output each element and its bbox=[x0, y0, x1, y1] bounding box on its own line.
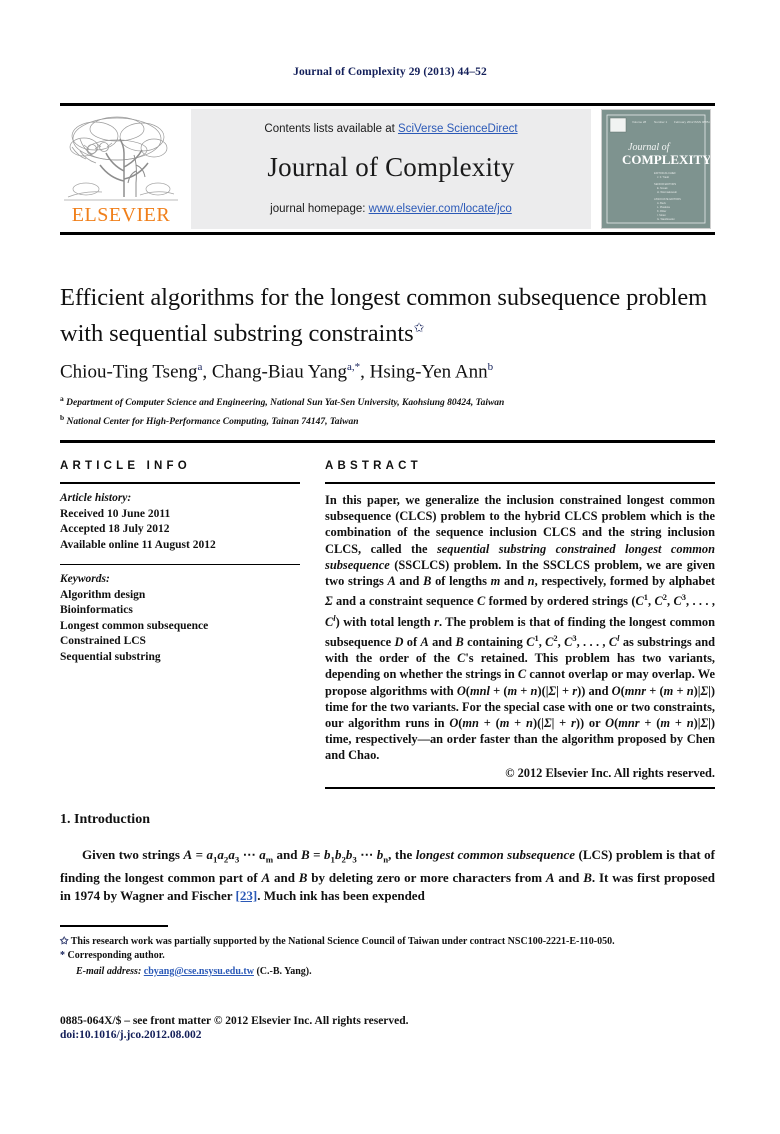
article-history-item: Accepted 18 July 2012 bbox=[60, 523, 170, 535]
article-info-heading: ARTICLE INFO bbox=[60, 460, 191, 472]
keyword-item: Bioinformatics bbox=[60, 604, 133, 616]
svg-text:COMPLEXITY: COMPLEXITY bbox=[622, 152, 710, 167]
keyword-item: Sequential substring bbox=[60, 650, 161, 663]
author-list: Chiou-Ting Tsenga, Chang-Biau Yanga,*, H… bbox=[60, 361, 494, 383]
journal-banner: Contents lists available at SciVerse Sci… bbox=[191, 109, 591, 229]
keyword-item: Algorithm design bbox=[60, 588, 146, 601]
title-block: Efficient algorithms for the longest com… bbox=[60, 283, 718, 429]
author-affil-marker: b bbox=[487, 361, 494, 374]
article-info-section: ARTICLE INFO Article history: Received 1… bbox=[60, 460, 300, 665]
abstract-heading: ABSTRACT bbox=[325, 460, 422, 472]
affiliation-list: a Department of Computer Science and Eng… bbox=[60, 392, 718, 428]
reference-link-23[interactable]: [23] bbox=[236, 888, 258, 903]
affiliation-marker: a bbox=[60, 394, 64, 404]
title-section-divider bbox=[60, 440, 715, 443]
keywords-group: Keywords: Algorithm design Bioinformatic… bbox=[60, 572, 300, 665]
abstract-section: ABSTRACT In this paper, we generalize th… bbox=[325, 460, 715, 789]
journal-masthead: ELSEVIER Contents lists available at Sci… bbox=[60, 103, 715, 235]
corresponding-author-marker: * bbox=[60, 950, 65, 961]
svg-text:E. Novak: E. Novak bbox=[657, 186, 668, 190]
affiliation-item: b National Center for High-Performance C… bbox=[60, 411, 718, 429]
keywords-divider bbox=[60, 564, 300, 565]
doi-line: doi:10.1016/j.jco.2012.08.002 bbox=[60, 1029, 202, 1041]
svg-text:SENIOR EDITORS: SENIOR EDITORS bbox=[654, 182, 676, 186]
svg-text:K. Ritter: K. Ritter bbox=[657, 209, 667, 213]
journal-homepage-link[interactable]: www.elsevier.com/locate/jco bbox=[369, 203, 512, 215]
title-footnote-marker: ✩ bbox=[413, 320, 425, 335]
page-title: Efficient algorithms for the longest com… bbox=[60, 283, 718, 349]
journal-title: Journal of Complexity bbox=[267, 152, 515, 182]
introduction-paragraph: Given two strings A = a1a2a3 ⋯ am and B … bbox=[60, 847, 716, 903]
journal-cover-image: Volume 28 Number 1 February 2012 ISSN 08… bbox=[602, 110, 710, 228]
svg-text:Volume 28: Volume 28 bbox=[632, 120, 647, 124]
email-footnote: E-mail address: cbyang@cse.nsysu.edu.tw … bbox=[60, 966, 715, 977]
funding-footnote-text: This research work was partially support… bbox=[70, 936, 615, 947]
svg-text:H. Wozniakowski: H. Wozniakowski bbox=[657, 190, 677, 194]
bottom-matter: 0885-064X/$ – see front matter © 2012 El… bbox=[60, 1015, 715, 1041]
sciencedirect-link[interactable]: SciVerse ScienceDirect bbox=[398, 123, 518, 135]
footnote-divider bbox=[60, 925, 168, 927]
corresponding-author-text: Corresponding author. bbox=[67, 950, 165, 961]
footnote-section: ✩ This research work was partially suppo… bbox=[60, 925, 715, 977]
svg-text:February 2012: February 2012 bbox=[674, 120, 694, 124]
abstract-rule bbox=[325, 482, 715, 484]
svg-text:ISSN 0885-064X: ISSN 0885-064X bbox=[694, 120, 710, 124]
svg-text:I. Sloan: I. Sloan bbox=[657, 213, 666, 217]
svg-text:G. Wasilkowski: G. Wasilkowski bbox=[657, 217, 675, 221]
funding-footnote: ✩ This research work was partially suppo… bbox=[60, 935, 715, 949]
affiliation-item: a Department of Computer Science and Eng… bbox=[60, 392, 718, 410]
affiliation-marker: b bbox=[60, 412, 65, 422]
author-affil-marker: a bbox=[197, 361, 203, 374]
masthead-top-rule bbox=[60, 103, 715, 106]
contents-prefix-text: Contents lists available at bbox=[264, 123, 399, 135]
introduction-section: 1. Introduction Given two strings A = a1… bbox=[60, 812, 715, 904]
email-link[interactable]: cbyang@cse.nsysu.edu.tw bbox=[144, 966, 254, 977]
homepage-prefix-text: journal homepage: bbox=[270, 203, 369, 215]
article-history-group: Article history: Received 10 June 2011 A… bbox=[60, 491, 300, 553]
svg-text:A. Beck: A. Beck bbox=[657, 201, 667, 205]
keyword-item: Longest common subsequence bbox=[60, 619, 209, 632]
elsevier-tree-illustration bbox=[62, 109, 180, 205]
svg-text:ASSOCIATE EDITORS: ASSOCIATE EDITORS bbox=[654, 197, 681, 201]
article-history-label: Article history: bbox=[60, 492, 132, 504]
email-label: E-mail address: bbox=[76, 966, 142, 977]
introduction-heading: 1. Introduction bbox=[60, 812, 150, 827]
contents-available-line: Contents lists available at SciVerse Sci… bbox=[191, 123, 591, 135]
corresponding-author-footnote: * Corresponding author. bbox=[60, 949, 715, 963]
email-owner-text: (C.-B. Yang). bbox=[256, 966, 312, 977]
article-history-item: Received 10 June 2011 bbox=[60, 507, 171, 520]
journal-cover-thumbnail: Volume 28 Number 1 February 2012 ISSN 08… bbox=[601, 109, 711, 229]
affiliation-text: Department of Computer Science and Engin… bbox=[66, 398, 505, 409]
affiliation-text: National Center for High-Performance Com… bbox=[66, 416, 359, 427]
svg-text:L. Plaskota: L. Plaskota bbox=[657, 205, 670, 209]
abstract-text: In this paper, we generalize the inclusi… bbox=[325, 493, 716, 763]
svg-text:Number 1: Number 1 bbox=[654, 120, 668, 124]
funding-footnote-marker: ✩ bbox=[60, 936, 69, 947]
author-affil-marker: a,* bbox=[347, 361, 361, 374]
svg-text:EDITOR-IN-CHIEF: EDITOR-IN-CHIEF bbox=[654, 171, 676, 175]
front-matter-line: 0885-064X/$ – see front matter © 2012 El… bbox=[60, 1015, 409, 1027]
abstract-copyright: © 2012 Elsevier Inc. All rights reserved… bbox=[505, 765, 715, 780]
paper-page: Journal of Complexity 29 (2013) 44–52 EL… bbox=[0, 0, 780, 1134]
masthead-bottom-rule bbox=[60, 232, 715, 235]
paper-title-text: Efficient algorithms for the longest com… bbox=[60, 284, 708, 348]
running-head: Journal of Complexity 29 (2013) 44–52 bbox=[293, 66, 487, 78]
elsevier-logo: ELSEVIER bbox=[62, 109, 180, 229]
article-info-rule bbox=[60, 482, 300, 484]
author-name: Hsing-Yen Ann bbox=[369, 361, 488, 383]
author-name: Chang-Biau Yang bbox=[211, 361, 348, 383]
elsevier-wordmark: ELSEVIER bbox=[71, 204, 171, 226]
keyword-item: Constrained LCS bbox=[60, 635, 146, 647]
svg-text:J. F. Traub: J. F. Traub bbox=[657, 175, 670, 179]
abstract-bottom-rule bbox=[325, 786, 715, 789]
author-name: Chiou-Ting Tseng bbox=[60, 361, 198, 383]
keywords-label: Keywords: bbox=[60, 573, 110, 585]
article-history-item: Available online 11 August 2012 bbox=[60, 538, 216, 551]
journal-homepage-line: journal homepage: www.elsevier.com/locat… bbox=[191, 203, 591, 215]
